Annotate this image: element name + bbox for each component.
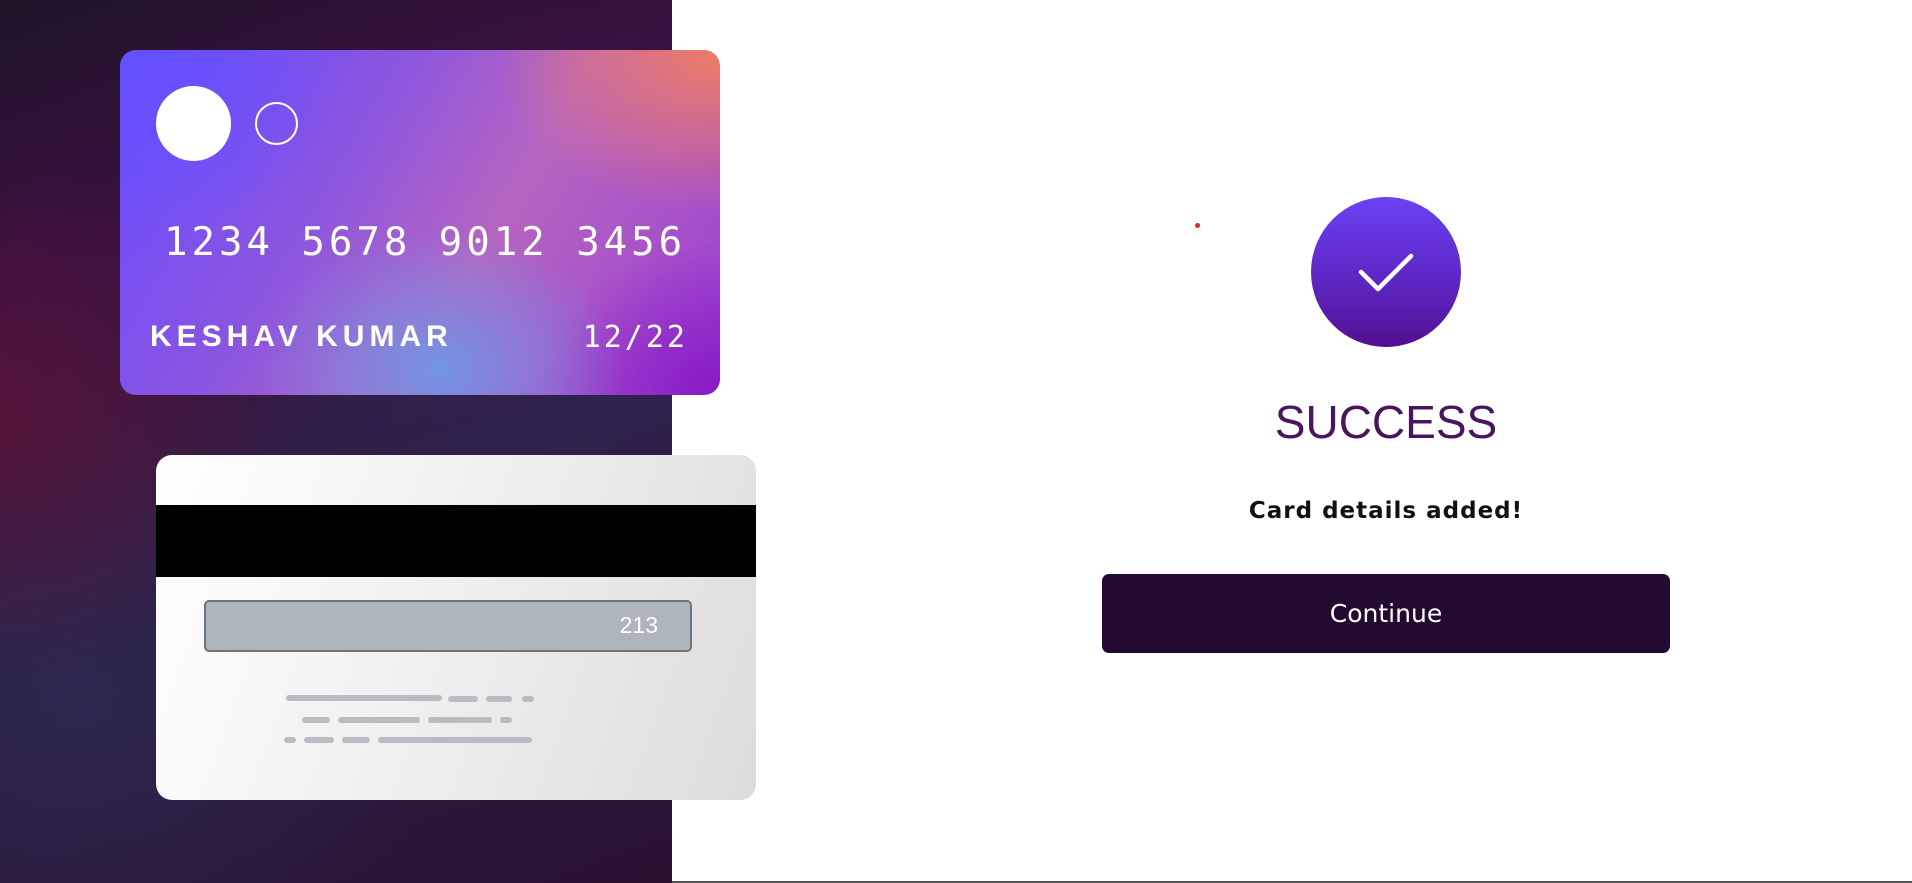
fine-print-line: [378, 737, 532, 743]
fine-print-line: [448, 696, 478, 702]
success-badge: [1311, 197, 1461, 347]
card-number: 1234 5678 9012 3456: [164, 220, 687, 265]
fine-print-line: [500, 717, 512, 723]
fine-print-line: [342, 737, 370, 743]
magnetic-stripe: [156, 505, 756, 577]
fine-print-line: [286, 695, 442, 701]
card-fine-print: [284, 695, 546, 755]
success-message: Card details added!: [1248, 498, 1524, 524]
cursor-dot: [1195, 223, 1200, 228]
fine-print-line: [486, 696, 512, 702]
check-icon: [1358, 253, 1414, 292]
card-back: 213: [156, 455, 756, 800]
signature-strip: 213: [204, 600, 692, 652]
card-front: 1234 5678 9012 3456 KESHAV KUMAR 12/22: [120, 50, 720, 395]
fine-print-line: [302, 717, 330, 723]
fine-print-line: [522, 696, 534, 702]
card-cvv: 213: [619, 612, 658, 638]
fine-print-line: [338, 717, 420, 723]
card-logo-circle-large: [156, 86, 231, 161]
card-holder-name: KESHAV KUMAR: [150, 320, 453, 353]
fine-print-line: [304, 737, 334, 743]
fine-print-line: [428, 717, 492, 723]
fine-print-line: [284, 737, 296, 743]
continue-button[interactable]: Continue: [1102, 574, 1670, 653]
card-expiry-date: 12/22: [582, 320, 688, 355]
card-logo-circle-small: [255, 102, 298, 145]
success-title: SUCCESS: [1274, 396, 1498, 448]
